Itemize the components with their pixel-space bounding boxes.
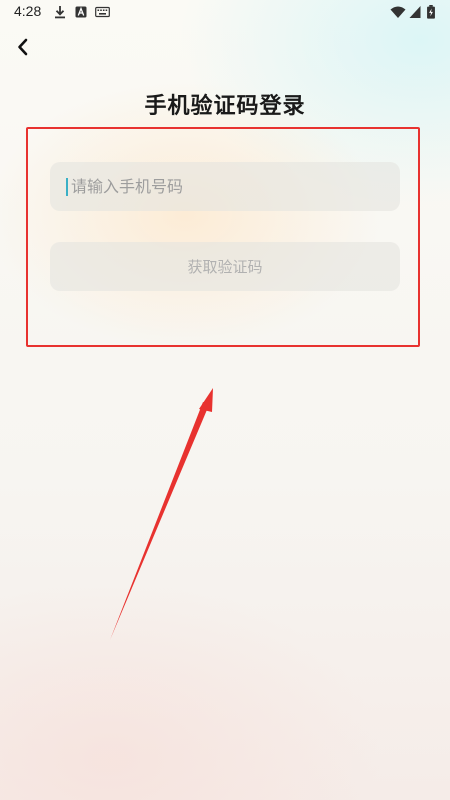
back-button[interactable] — [10, 34, 36, 60]
text-caret — [66, 177, 68, 196]
signal-icon — [409, 6, 421, 18]
page-title: 手机验证码登录 — [144, 94, 306, 119]
phone-field[interactable] — [50, 162, 400, 211]
wifi-icon — [390, 6, 406, 18]
phone-input[interactable] — [69, 176, 373, 197]
status-bar: 4:28 — [0, 0, 450, 26]
battery-icon — [427, 5, 435, 19]
download-icon — [55, 6, 65, 19]
get-code-button[interactable]: 获取验证码 — [50, 242, 400, 291]
a-icon — [75, 6, 87, 18]
annotation-arrow — [110, 388, 213, 640]
chevron-left-icon — [18, 38, 28, 56]
keyboard-icon — [95, 6, 110, 18]
status-time: 4:28 — [14, 3, 42, 19]
highlight-box — [26, 127, 420, 347]
